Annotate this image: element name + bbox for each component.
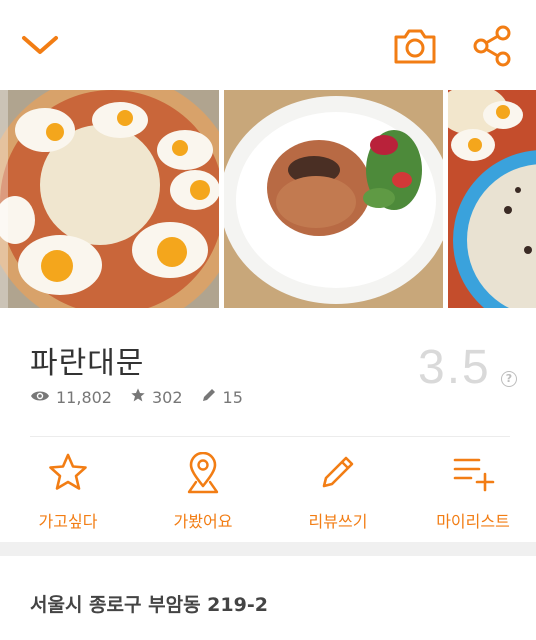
star-icon bbox=[130, 387, 152, 407]
want-to-go-label: 가고싶다 bbox=[38, 512, 98, 531]
reviews-stat: 15 bbox=[201, 387, 243, 407]
write-review-label: 리뷰쓰기 bbox=[308, 512, 368, 531]
my-list-label: 마이리스트 bbox=[436, 512, 510, 531]
share-icon[interactable] bbox=[470, 24, 514, 68]
views-stat: 11,802 bbox=[30, 388, 112, 407]
my-list-button[interactable]: 마이리스트 bbox=[413, 440, 533, 540]
star-icon bbox=[49, 453, 87, 490]
pencil-icon bbox=[322, 456, 354, 488]
been-there-label: 가봤어요 bbox=[173, 512, 233, 531]
stars-count: 302 bbox=[151, 387, 183, 407]
rating-score: 3.5 bbox=[418, 341, 491, 394]
views-count: 11,802 bbox=[56, 387, 112, 407]
camera-icon[interactable] bbox=[392, 26, 438, 66]
pizza-risotto-photo[interactable] bbox=[448, 90, 536, 308]
restaurant-address[interactable]: 서울시 종로구 부암동 219-2 bbox=[30, 590, 268, 617]
restaurant-stats: 11,802 302 15 bbox=[30, 386, 261, 408]
chevron-down-icon[interactable] bbox=[20, 28, 60, 64]
write-review-button[interactable]: 리뷰쓰기 bbox=[278, 440, 398, 540]
divider bbox=[30, 436, 510, 437]
restaurant-name: 파란대문 bbox=[30, 346, 145, 381]
risotto-salad-photo[interactable] bbox=[224, 90, 443, 308]
been-there-button[interactable]: 가봤어요 bbox=[143, 440, 263, 540]
rating-help-icon[interactable]: ? bbox=[501, 371, 517, 387]
action-bar: 가고싶다 가봤어요 리뷰쓰기 마이리스트 bbox=[0, 440, 536, 542]
pizza-photo[interactable] bbox=[0, 90, 219, 308]
section-separator bbox=[0, 542, 536, 556]
reviews-count: 15 bbox=[222, 387, 243, 407]
eye-icon bbox=[30, 388, 56, 407]
photo-gallery[interactable] bbox=[0, 90, 536, 308]
restaurant-info: 파란대문 11,802 302 15 3.5 ? bbox=[0, 308, 536, 438]
list-add-icon bbox=[453, 458, 495, 492]
stars-stat: 302 bbox=[130, 387, 183, 407]
pencil-icon bbox=[201, 387, 223, 407]
top-bar bbox=[0, 0, 536, 90]
want-to-go-button[interactable]: 가고싶다 bbox=[8, 440, 128, 540]
map-pin-icon bbox=[187, 452, 219, 494]
